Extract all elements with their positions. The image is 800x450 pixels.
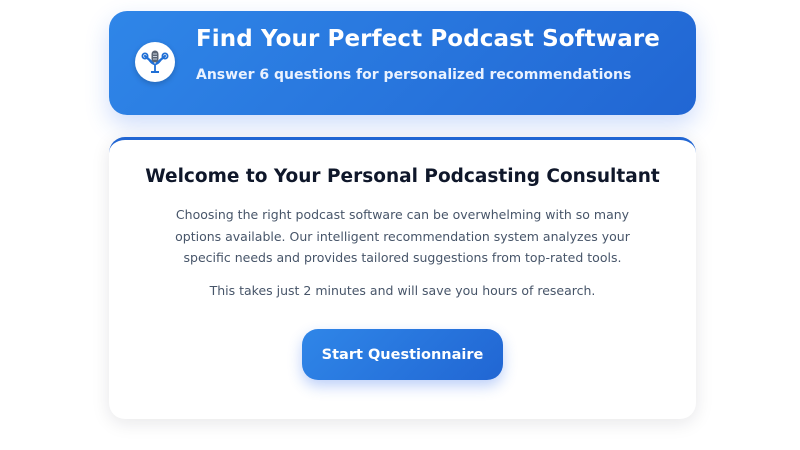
microphone-tools-icon [141, 50, 169, 73]
welcome-title: Welcome to Your Personal Podcasting Cons… [145, 166, 660, 187]
time-estimate-note: This takes just 2 minutes and will save … [209, 283, 596, 298]
welcome-card: Welcome to Your Personal Podcasting Cons… [109, 137, 696, 419]
page-title: Find Your Perfect Podcast Software [196, 26, 660, 52]
podcast-logo-icon [135, 42, 175, 82]
intro-description: Choosing the right podcast software can … [175, 207, 630, 265]
page-subtitle: Answer 6 questions for personalized reco… [196, 67, 632, 83]
header-banner: Find Your Perfect Podcast Software Answe… [109, 11, 696, 115]
start-questionnaire-button[interactable]: Start Questionnaire [302, 329, 503, 380]
